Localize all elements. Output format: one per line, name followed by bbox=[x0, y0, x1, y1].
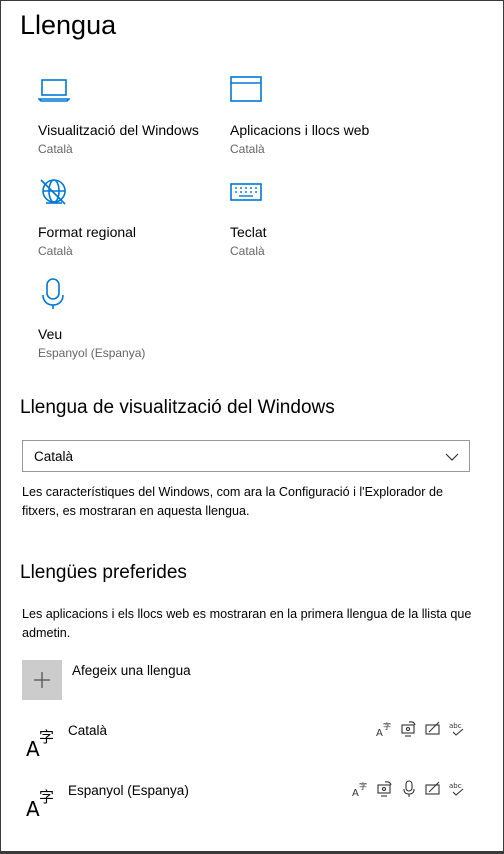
svg-text:字: 字 bbox=[39, 728, 54, 746]
svg-text:abc: abc bbox=[449, 782, 462, 790]
spellcheck-icon: abc bbox=[449, 782, 464, 796]
language-capabilities: A 字 abc bbox=[352, 778, 466, 800]
microphone-icon bbox=[403, 780, 415, 797]
speech-display-icon bbox=[377, 781, 392, 797]
keyboard-icon bbox=[230, 183, 262, 201]
tile-title: Aplicacions i llocs web bbox=[230, 122, 370, 138]
svg-text:A: A bbox=[376, 728, 383, 738]
language-pack-icon: A 字 bbox=[376, 721, 391, 738]
tile-speech[interactable]: Veu Espanyol (Espanya) bbox=[38, 278, 218, 370]
tile-regional-format[interactable]: Format regional Català bbox=[38, 176, 218, 268]
plus-icon bbox=[34, 672, 50, 688]
svg-text:字: 字 bbox=[383, 721, 391, 731]
language-icon: A 字 bbox=[26, 788, 54, 818]
preferred-languages-description: Les aplicacions i els llocs web es mostr… bbox=[22, 607, 472, 640]
display-language-dropdown[interactable]: Català bbox=[22, 440, 470, 472]
handwriting-icon bbox=[425, 721, 440, 735]
tile-windows-display[interactable]: Visualització del Windows Català bbox=[38, 74, 218, 166]
tile-subtitle: Espanyol (Espanya) bbox=[38, 346, 146, 360]
handwriting-icon bbox=[425, 781, 440, 795]
svg-text:abc: abc bbox=[449, 722, 462, 730]
language-capabilities: A 字 abc bbox=[376, 718, 466, 740]
language-name: Espanyol (Espanya) bbox=[68, 783, 189, 798]
microphone-icon bbox=[42, 278, 64, 309]
language-row-espanyol[interactable]: A 字 Espanyol (Espanya) A 字 abc bbox=[22, 776, 472, 832]
language-name: Català bbox=[68, 723, 108, 738]
tile-subtitle: Català bbox=[38, 244, 73, 258]
tile-subtitle: Català bbox=[230, 244, 265, 258]
dropdown-value: Català bbox=[34, 449, 74, 464]
display-language-description: Les característiques del Windows, com ar… bbox=[22, 485, 443, 518]
tile-title: Veu bbox=[38, 326, 63, 342]
tile-apps-websites[interactable]: Aplicacions i llocs web Català bbox=[230, 74, 410, 166]
laptop-icon bbox=[38, 79, 70, 102]
page-title: Llengua bbox=[20, 10, 117, 40]
tile-title: Format regional bbox=[38, 224, 137, 240]
svg-text:A: A bbox=[26, 737, 40, 758]
svg-text:A: A bbox=[352, 788, 359, 798]
speech-display-icon bbox=[401, 721, 416, 737]
language-row-catala[interactable]: A 字 Català A 字 abc bbox=[22, 716, 472, 772]
add-language-button[interactable] bbox=[22, 660, 62, 700]
svg-text:字: 字 bbox=[39, 788, 54, 806]
spellcheck-icon: abc bbox=[449, 722, 464, 736]
tile-title: Teclat bbox=[230, 224, 267, 240]
language-icon: A 字 bbox=[26, 728, 54, 758]
globe-icon bbox=[40, 179, 66, 205]
add-language-label[interactable]: Afegeix una llengua bbox=[72, 663, 191, 678]
svg-text:字: 字 bbox=[359, 781, 367, 791]
svg-text:A: A bbox=[26, 797, 40, 818]
tile-title: Visualització del Windows bbox=[38, 122, 199, 138]
browser-window-icon bbox=[230, 76, 262, 102]
language-pack-icon: A 字 bbox=[352, 781, 367, 798]
chevron-down-icon bbox=[445, 453, 459, 461]
preferred-languages-heading: Llengües preferides bbox=[20, 562, 187, 583]
tile-subtitle: Català bbox=[38, 142, 73, 156]
tile-keyboard[interactable]: Teclat Català bbox=[230, 176, 410, 268]
display-language-heading: Llengua de visualització del Windows bbox=[20, 397, 335, 418]
tile-subtitle: Català bbox=[230, 142, 265, 156]
